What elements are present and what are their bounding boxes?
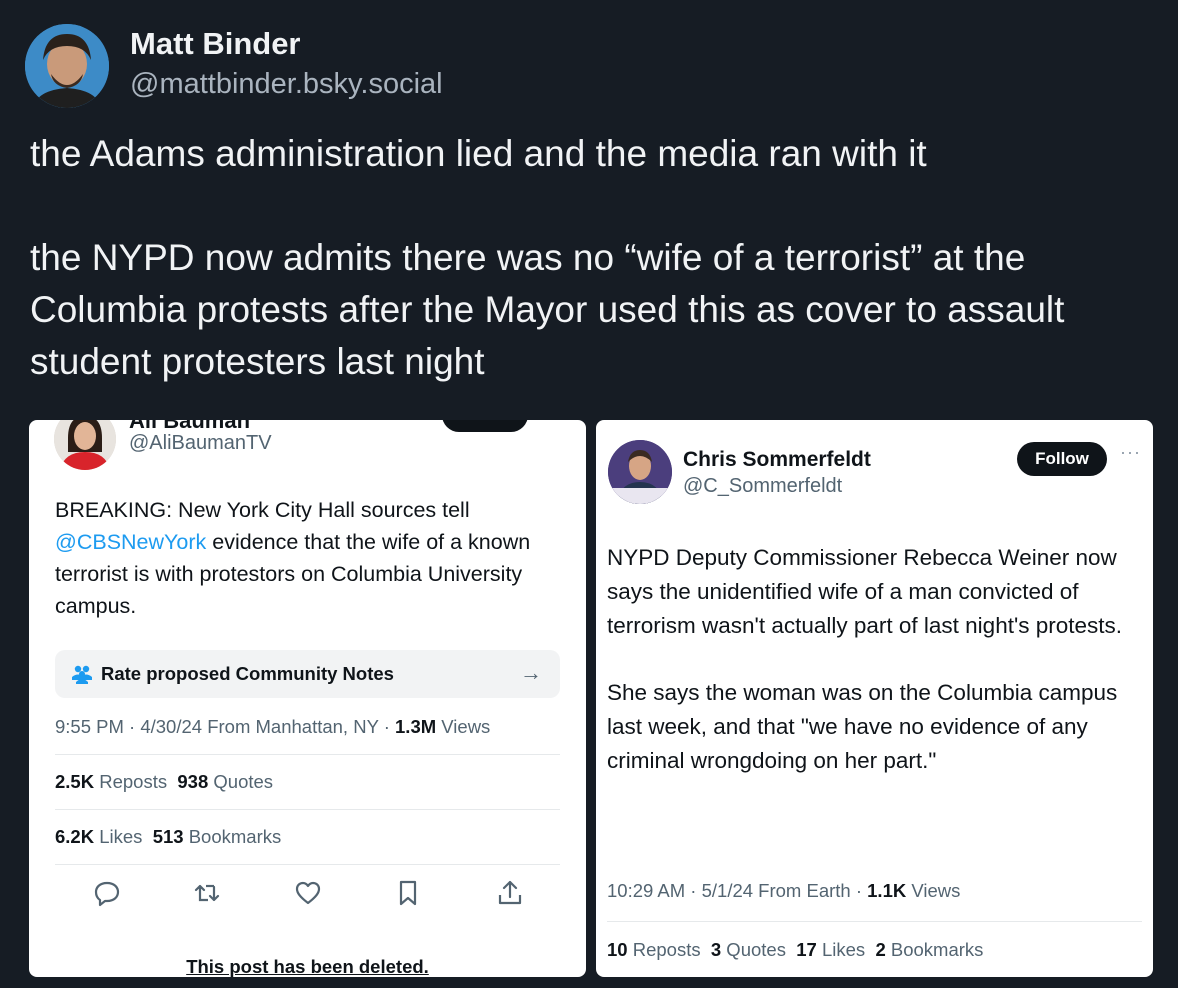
likes-count[interactable]: 17 xyxy=(796,939,817,960)
more-options-icon[interactable]: ··· xyxy=(1120,442,1141,463)
divider xyxy=(607,921,1142,922)
share-icon[interactable] xyxy=(495,878,525,908)
quotes-label[interactable]: Quotes xyxy=(208,771,273,792)
post-text: the Adams administration lied and the me… xyxy=(30,128,1150,388)
author-name[interactable]: Matt Binder xyxy=(130,26,301,62)
reposts-count[interactable]: 10 xyxy=(607,939,628,960)
repost-icon[interactable] xyxy=(192,878,222,908)
author-handle[interactable]: @mattbinder.bsky.social xyxy=(130,68,443,101)
tweet-stats-row: 2.5K Reposts 938 Quotes xyxy=(55,771,273,793)
community-notes-icon xyxy=(71,664,93,684)
bookmarks-label[interactable]: Bookmarks xyxy=(886,939,984,960)
post-paragraph: the NYPD now admits there was no “wife o… xyxy=(30,237,1065,382)
views-label: Views xyxy=(436,716,491,737)
tweet-stats-row: 10 Reposts 3 Quotes 17 Likes 2 Bookmarks xyxy=(607,939,983,961)
tweet-paragraph: NYPD Deputy Commissioner Rebecca Weiner … xyxy=(607,545,1123,638)
views-count: 1.3M xyxy=(395,716,437,737)
divider xyxy=(55,754,560,755)
embedded-tweet-right[interactable]: Chris Sommerfeldt @C_Sommerfeldt Follow … xyxy=(596,420,1153,977)
likes-count[interactable]: 6.2K xyxy=(55,826,94,847)
tweet-author-avatar xyxy=(54,420,116,470)
likes-label[interactable]: Likes xyxy=(817,939,865,960)
heart-icon[interactable] xyxy=(293,878,323,908)
tweet-paragraph: She says the woman was on the Columbia c… xyxy=(607,680,1118,773)
divider xyxy=(55,809,560,810)
tweet-timestamp[interactable]: 9:55 PM · 4/30/24 From Manhattan, NY · xyxy=(55,716,395,737)
reposts-label[interactable]: Reposts xyxy=(628,939,701,960)
quotes-count[interactable]: 938 xyxy=(177,771,208,792)
embedded-tweet-left[interactable]: Ali Bauman Follow @AliBaumanTV BREAKING:… xyxy=(29,420,586,977)
community-notes-label: Rate proposed Community Notes xyxy=(101,663,394,684)
tweet-timestamp[interactable]: 10:29 AM · 5/1/24 From Earth · xyxy=(607,880,867,901)
mention-link[interactable]: @CBSNewYork xyxy=(55,530,206,554)
arrow-right-icon: → xyxy=(520,660,542,685)
tweet-author-name: Chris Sommerfeldt xyxy=(683,448,871,471)
tweet-text-part: BREAKING: New York City Hall sources tel… xyxy=(55,498,470,522)
quotes-count[interactable]: 3 xyxy=(711,939,721,960)
quotes-label[interactable]: Quotes xyxy=(721,939,786,960)
views-count: 1.1K xyxy=(867,880,907,901)
bookmark-icon[interactable] xyxy=(393,878,423,908)
follow-button[interactable]: Follow xyxy=(1017,442,1107,476)
tweet-meta: 10:29 AM · 5/1/24 From Earth · 1.1K View… xyxy=(607,880,960,902)
views-label: Views xyxy=(906,880,961,901)
bookmarks-count[interactable]: 2 xyxy=(875,939,885,960)
tweet-author-avatar xyxy=(608,440,672,504)
bookmarks-count[interactable]: 513 xyxy=(153,826,184,847)
community-notes-bar[interactable]: Rate proposed Community Notes → xyxy=(55,650,560,698)
tweet-text: BREAKING: New York City Hall sources tel… xyxy=(55,494,560,622)
post-paragraph: the Adams administration lied and the me… xyxy=(30,133,927,174)
likes-label[interactable]: Likes xyxy=(94,826,142,847)
tweet-stats-row: 6.2K Likes 513 Bookmarks xyxy=(55,826,281,848)
reposts-label[interactable]: Reposts xyxy=(94,771,167,792)
tweet-text: NYPD Deputy Commissioner Rebecca Weiner … xyxy=(607,541,1137,778)
tweet-meta: 9:55 PM · 4/30/24 From Manhattan, NY · 1… xyxy=(55,716,490,738)
reply-icon[interactable] xyxy=(92,878,122,908)
follow-button[interactable]: Follow xyxy=(442,420,528,432)
author-avatar[interactable] xyxy=(25,24,109,108)
bookmarks-label[interactable]: Bookmarks xyxy=(184,826,282,847)
deleted-notice: This post has been deleted. xyxy=(186,956,429,977)
tweet-author-handle: @AliBaumanTV xyxy=(129,432,272,454)
tweet-author-handle: @C_Sommerfeldt xyxy=(683,475,843,497)
divider xyxy=(55,864,560,865)
reposts-count[interactable]: 2.5K xyxy=(55,771,94,792)
